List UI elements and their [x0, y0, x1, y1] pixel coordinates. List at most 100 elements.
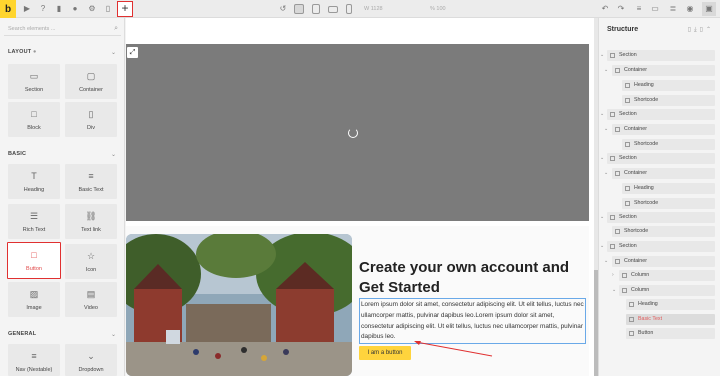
toggle-icon[interactable]: ⌄: [600, 241, 604, 252]
element-container[interactable]: ▢ Container: [65, 64, 117, 99]
layout-heading[interactable]: LAYOUT ●: [8, 49, 37, 55]
toggle-icon[interactable]: ⌄: [600, 109, 604, 120]
tree-node-section[interactable]: Section: [607, 50, 715, 61]
pages-icon[interactable]: ▮: [54, 4, 64, 14]
tree-node-section[interactable]: Section: [607, 241, 715, 252]
element-rich-text[interactable]: ☰ Rich Text: [8, 204, 60, 239]
general-heading[interactable]: GENERAL: [8, 331, 36, 337]
play-icon[interactable]: ▶: [22, 4, 32, 14]
tree-node-container[interactable]: Container: [612, 124, 715, 135]
shortcode-icon: [615, 229, 620, 234]
structure-actions[interactable]: ▯⤓▯⌃: [688, 26, 714, 34]
basic-heading[interactable]: BASIC: [8, 151, 26, 157]
element-block[interactable]: □ Block: [8, 102, 60, 137]
add-elements-button[interactable]: +: [117, 1, 133, 17]
tablet-landscape-icon[interactable]: [312, 4, 320, 14]
element-icon[interactable]: ☆ Icon: [65, 244, 117, 279]
tree-node-basic-text[interactable]: Basic Text: [626, 314, 715, 325]
chevron-down-icon[interactable]: ⌄: [111, 49, 116, 56]
div-icon: ▯: [88, 109, 94, 119]
preview-eye-icon[interactable]: ◉: [685, 4, 695, 14]
column-icon: [622, 288, 627, 293]
rich-text-icon: ☰: [29, 211, 39, 221]
element-button[interactable]: □ Button: [7, 242, 61, 279]
templates-icon[interactable]: ▭: [650, 4, 660, 14]
link-icon: ⛓: [85, 211, 97, 221]
chevron-down-icon[interactable]: ⌄: [111, 151, 116, 158]
loading-section[interactable]: [126, 44, 589, 221]
element-dropdown[interactable]: ⌄ Dropdown: [65, 344, 117, 376]
menu-lines-icon[interactable]: ≡: [634, 4, 644, 14]
trash-icon[interactable]: ▯: [103, 4, 113, 14]
bricks-logo[interactable]: b: [0, 0, 16, 18]
shortcode-icon: [625, 98, 630, 103]
video-icon: ▤: [86, 289, 96, 299]
expand-icon[interactable]: ⤢: [127, 47, 138, 58]
toggle-icon[interactable]: ⌄: [604, 124, 608, 135]
settings-gear-icon[interactable]: ⚙: [87, 4, 97, 14]
structure-list-icon[interactable]: ≣: [668, 4, 678, 14]
redo-icon[interactable]: ↷: [616, 4, 626, 14]
element-nav-nestable[interactable]: ≡ Nav (Nestable): [8, 344, 60, 376]
zoom-field[interactable]: % 100: [430, 4, 446, 14]
shortcode-icon: [625, 142, 630, 147]
element-text-link[interactable]: ⛓ Text link: [65, 204, 117, 239]
toggle-icon[interactable]: ⌄: [604, 168, 608, 179]
canvas-height-field[interactable]: [398, 4, 424, 14]
tree-node-section[interactable]: Section: [607, 153, 715, 164]
toggle-icon[interactable]: ›: [612, 270, 614, 281]
toggle-icon[interactable]: ⌄: [612, 285, 616, 296]
mobile-preview-icon[interactable]: [346, 4, 352, 14]
block-icon: □: [31, 109, 37, 119]
tree-node-shortcode[interactable]: Shortcode: [622, 95, 715, 106]
canvas-width-field[interactable]: W 1128: [364, 4, 383, 14]
toggle-icon[interactable]: ⌄: [604, 256, 608, 267]
heading-icon: [625, 186, 630, 191]
tree-node-section[interactable]: Section: [607, 109, 715, 120]
canvas-button[interactable]: I am a button: [359, 346, 411, 360]
image-icon: ▨: [29, 289, 39, 299]
element-heading[interactable]: T Heading: [8, 164, 60, 199]
toggle-icon[interactable]: ⌄: [600, 153, 604, 164]
element-section[interactable]: ▭ Section: [8, 64, 60, 99]
tree-node-shortcode[interactable]: Shortcode: [622, 139, 715, 150]
tree-node-container[interactable]: Container: [612, 168, 715, 179]
desktop-preview-icon[interactable]: [294, 4, 304, 14]
toggle-icon[interactable]: ⌄: [600, 50, 604, 61]
park-entrance-image[interactable]: [126, 234, 352, 376]
tree-node-shortcode[interactable]: Shortcode: [622, 198, 715, 209]
container-icon: ▢: [86, 71, 96, 81]
info-icon[interactable]: ●: [70, 4, 80, 14]
element-div[interactable]: ▯ Div: [65, 102, 117, 137]
search-elements-input[interactable]: Search elements ... ⌕: [4, 22, 121, 36]
element-video[interactable]: ▤ Video: [65, 282, 117, 317]
tree-node-section[interactable]: Section: [607, 212, 715, 223]
star-icon: ☆: [86, 251, 96, 261]
tree-node-column[interactable]: Column: [619, 270, 715, 281]
tree-node-column[interactable]: Column: [619, 285, 715, 296]
basic-text-icon: [629, 317, 634, 322]
tree-node-container[interactable]: Container: [612, 256, 715, 267]
structure-panel: Structure ▯⤓▯⌃ ⌄ Section ⌄ Container Hea…: [598, 18, 720, 376]
collapse-icon[interactable]: ⌃: [706, 27, 714, 33]
element-basic-text[interactable]: ≡ Basic Text: [65, 164, 117, 199]
info-icon: ●: [33, 49, 37, 55]
tree-node-shortcode[interactable]: Shortcode: [612, 226, 715, 237]
help-icon[interactable]: ?: [38, 4, 48, 14]
toggle-icon[interactable]: ⌄: [604, 65, 608, 76]
tree-node-button[interactable]: Button: [626, 328, 715, 339]
chevron-down-icon[interactable]: ⌄: [111, 331, 116, 338]
tree-node-container[interactable]: Container: [612, 65, 715, 76]
tree-node-heading[interactable]: Heading: [622, 183, 715, 194]
toggle-icon[interactable]: ⌄: [600, 212, 604, 223]
heading-icon: [625, 83, 630, 88]
tree-node-heading[interactable]: Heading: [622, 80, 715, 91]
undo-icon[interactable]: ↶: [600, 4, 610, 14]
tree-node-heading[interactable]: Heading: [626, 299, 715, 310]
page-heading[interactable]: Create your own account and Get Started: [359, 258, 589, 298]
undo-history-icon[interactable]: ↺: [278, 4, 288, 14]
save-icon[interactable]: ▣: [702, 2, 716, 16]
builder-canvas[interactable]: ⤢ Create your own account and Get Starte…: [126, 18, 594, 376]
tablet-portrait-icon[interactable]: [328, 6, 338, 13]
element-image[interactable]: ▨ Image: [8, 282, 60, 317]
